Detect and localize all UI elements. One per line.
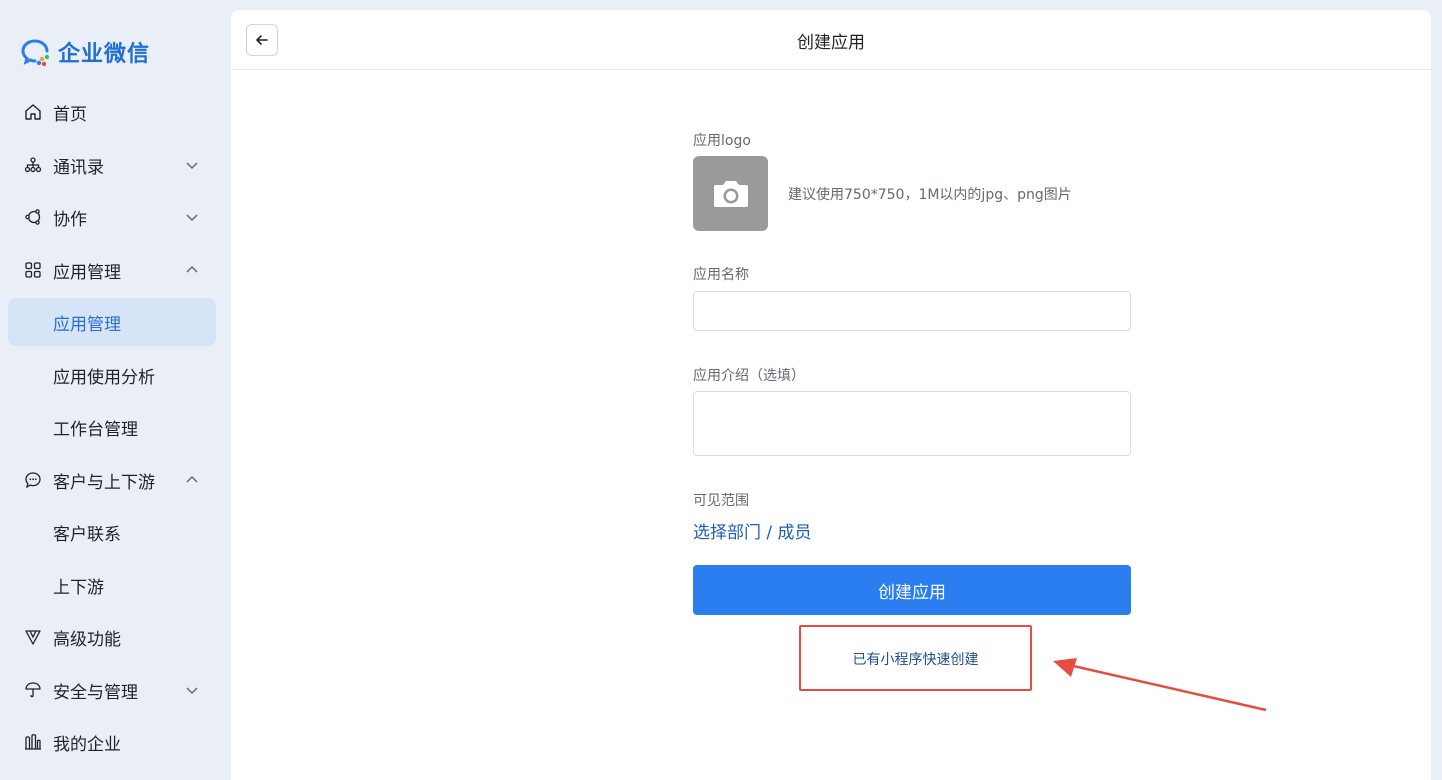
- sidebar-item-customers-partners[interactable]: 客户与上下游: [8, 456, 216, 504]
- sidebar-item-label: 客户与上下游: [53, 472, 155, 493]
- brand-name: 企业微信: [58, 42, 151, 67]
- chevron-up-icon[interactable]: [182, 260, 202, 280]
- sidebar: 企业微信 首页 通讯录 协作 应用管理 应用管理 应用使用分析 工作台管理 客户…: [0, 0, 230, 770]
- page-title: 创建应用: [797, 33, 865, 53]
- chevron-down-icon[interactable]: [182, 680, 202, 700]
- sidebar-item-label: 应用管理: [53, 262, 121, 283]
- sidebar-item-label: 工作台管理: [53, 419, 138, 440]
- sidebar-item-label: 我的企业: [53, 734, 121, 755]
- logo-hint: 建议使用750*750，1M以内的jpg、png图片: [788, 187, 1072, 203]
- advanced-features-icon: [22, 626, 44, 648]
- sidebar-item-label: 协作: [53, 209, 87, 230]
- app-intro-textarea[interactable]: [693, 391, 1131, 456]
- camera-icon: [713, 180, 748, 207]
- quick-create-from-miniprogram-link[interactable]: 已有小程序快速创建: [801, 649, 1030, 669]
- sidebar-item-label: 通讯录: [53, 157, 104, 178]
- sidebar-item-label: 高级功能: [53, 629, 121, 650]
- sidebar-subitem-customer-contact[interactable]: 客户联系: [8, 508, 216, 556]
- sidebar-item-contacts[interactable]: 通讯录: [8, 141, 216, 189]
- sidebar-item-app-management[interactable]: 应用管理: [8, 246, 216, 294]
- chevron-down-icon[interactable]: [182, 207, 202, 227]
- create-app-button[interactable]: 创建应用: [693, 565, 1131, 615]
- sidebar-item-home[interactable]: 首页: [8, 88, 216, 136]
- building-icon: [22, 731, 44, 753]
- sidebar-item-label: 应用使用分析: [53, 367, 155, 388]
- logo-upload-button[interactable]: [693, 156, 768, 231]
- sidebar-item-label: 客户联系: [53, 524, 121, 545]
- sidebar-item-label: 应用管理: [53, 314, 121, 335]
- sidebar-subitem-upstream-downstream[interactable]: 上下游: [8, 561, 216, 609]
- chevron-down-icon[interactable]: [182, 155, 202, 175]
- page-header: 创建应用: [231, 10, 1431, 70]
- main-panel: 创建应用 应用logo 建议使用750*750，1M以内的jpg、png图片 应…: [231, 10, 1431, 780]
- umbrella-icon: [22, 679, 44, 701]
- app-name-label: 应用名称: [693, 267, 749, 283]
- annotation-arrow-icon: [1053, 658, 1267, 712]
- sidebar-item-advanced-features[interactable]: 高级功能: [8, 613, 216, 661]
- wecom-logo-icon: [20, 36, 52, 68]
- visibility-scope-label: 可见范围: [693, 493, 749, 509]
- app-intro-label: 应用介绍（选填）: [693, 368, 805, 384]
- chat-bubble-icon: [22, 469, 44, 491]
- collaboration-icon: [22, 206, 44, 228]
- sidebar-item-security[interactable]: 安全与管理: [8, 666, 216, 714]
- chevron-up-icon[interactable]: [182, 470, 202, 490]
- app-grid-icon: [22, 259, 44, 281]
- sidebar-item-label: 上下游: [53, 577, 104, 598]
- select-departments-members-link[interactable]: 选择部门 / 成员: [693, 518, 812, 543]
- org-chart-icon: [22, 154, 44, 176]
- sidebar-item-collaboration[interactable]: 协作: [8, 193, 216, 241]
- home-icon: [22, 101, 44, 123]
- annotation-highlight-box: 已有小程序快速创建: [799, 625, 1032, 691]
- app-name-input[interactable]: [693, 291, 1131, 331]
- sidebar-subitem-app-management[interactable]: 应用管理: [8, 298, 216, 346]
- sidebar-subitem-app-usage-analysis[interactable]: 应用使用分析: [8, 351, 216, 399]
- sidebar-item-label: 安全与管理: [53, 682, 138, 703]
- sidebar-item-my-enterprise[interactable]: 我的企业: [8, 718, 216, 766]
- brand-logo[interactable]: 企业微信: [20, 36, 150, 68]
- sidebar-item-label: 首页: [53, 104, 87, 125]
- sidebar-subitem-workbench-management[interactable]: 工作台管理: [8, 403, 216, 451]
- logo-label: 应用logo: [693, 133, 751, 149]
